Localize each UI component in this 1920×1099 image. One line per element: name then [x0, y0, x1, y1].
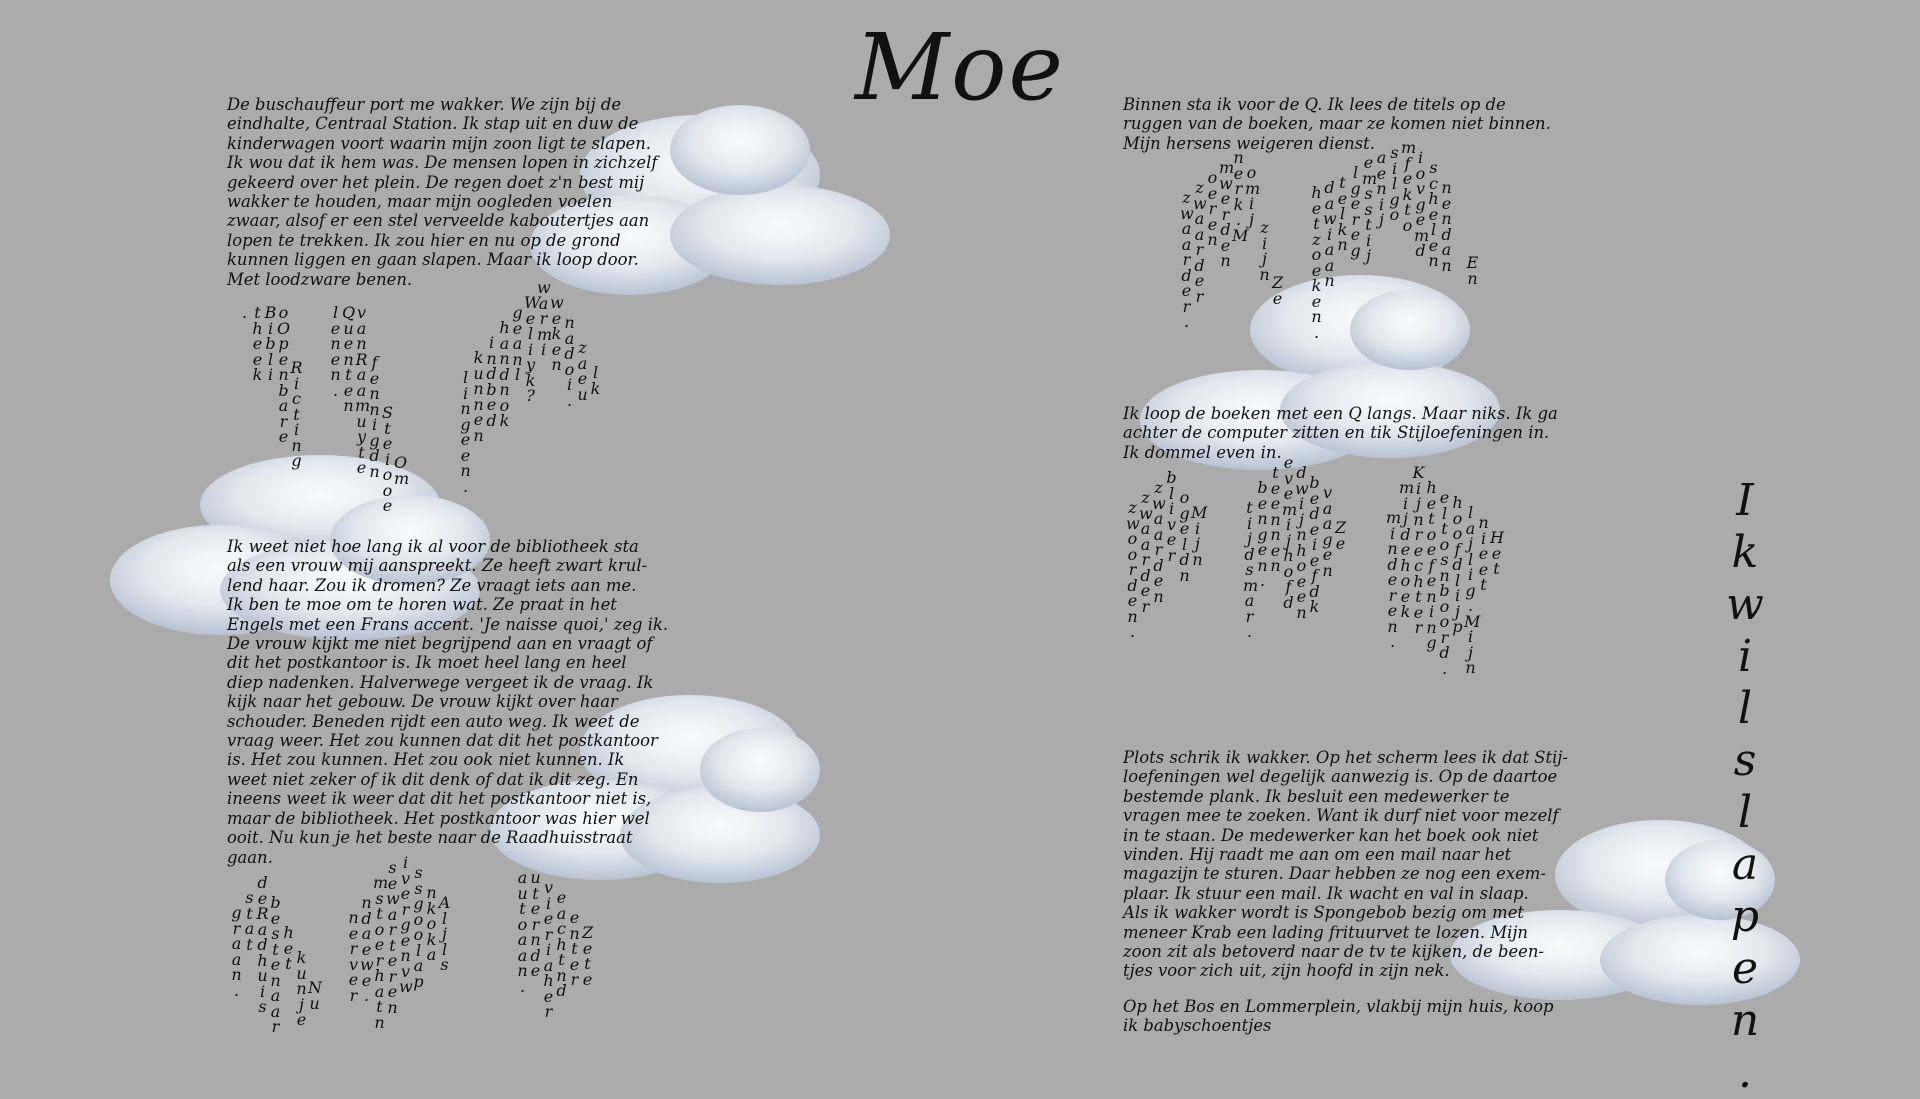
vertical-column: o m i j	[1245, 163, 1261, 229]
vertical-column: m f e k t o	[1401, 138, 1417, 235]
vertical-column: S t e i o o e	[382, 403, 393, 515]
vertical-column: Z e	[1271, 273, 1284, 308]
vertical-column: b e s t e n a a r	[270, 893, 281, 1036]
vertical-column: z w a a r d e n	[1152, 478, 1166, 606]
vertical-column: n a d o i .	[564, 313, 575, 410]
vertical-column: n i e e t	[1478, 513, 1489, 594]
vertical-column: t e l k n	[1337, 173, 1348, 254]
vertical-column: Z e t e	[581, 923, 594, 989]
vertical-column: w a r m i	[537, 278, 553, 359]
vertical-column: k u n j e	[296, 948, 307, 1029]
vertical-column: e l t o s n b o o r d .	[1439, 488, 1450, 678]
vertical-column: t h e e k	[252, 303, 263, 384]
vertical-column: t i j d s m a r .	[1243, 498, 1259, 641]
vertical-column: o O p e n b a r e	[277, 303, 291, 446]
vertical-column: Q u e n t e n	[342, 303, 356, 415]
vertical-column: n k o k a	[426, 883, 437, 964]
side-vertical-text: I k w i l s l a p e n .	[1726, 475, 1764, 1098]
vertical-column: v a n R a a m u y t e	[355, 303, 371, 477]
vertical-column: N u	[308, 978, 322, 1013]
vertical-column: z i j n	[1259, 218, 1270, 284]
vertical-column: i o v g e m d	[1414, 148, 1430, 260]
vertical-column: b l i v e r	[1166, 468, 1177, 565]
right-paragraph-4: Op het Bos en Lommerplein, vlakbij mijn …	[1123, 997, 1554, 1036]
vertical-column: l k	[590, 363, 601, 398]
vertical-column: g r a a n .	[231, 903, 242, 1000]
vertical-column: e v e m i j h o f d	[1282, 453, 1298, 612]
vertical-column: m i j d e h o e k	[1399, 478, 1415, 621]
vertical-column: O m	[394, 453, 410, 488]
vertical-column: o e r e n	[1207, 168, 1218, 249]
vertical-column: s e w a r t e r e n	[386, 858, 400, 1017]
vertical-column: t e e n n e n	[1270, 463, 1281, 575]
vertical-column: h e t z o e k e n .	[1311, 183, 1322, 342]
vertical-column: i v e r g e n v w	[399, 853, 413, 996]
vertical-column: v i e r i a h e r	[543, 878, 554, 1021]
vertical-column: e n t e r	[569, 908, 580, 989]
vertical-column: W e l i y k ?	[524, 293, 541, 405]
vertical-column: m w e r d e n	[1219, 158, 1235, 270]
vertical-column: A l j l s	[438, 893, 451, 974]
vertical-column: o g e l d n	[1179, 488, 1190, 585]
vertical-column: u t e r n d e	[530, 868, 541, 980]
vertical-column: m i n d e r e n .	[1386, 508, 1402, 651]
vertical-column: i n d b e d	[486, 333, 497, 430]
vertical-column: s s g o o l a p	[413, 863, 424, 991]
vertical-column: m s t o e r h a t n	[373, 873, 389, 1032]
vertical-column: s i l g o	[1389, 143, 1400, 224]
right-vertical-text-2: z w o o r d e n . z w a a r d e r z w a …	[1126, 455, 1504, 678]
vertical-column: z a e u	[577, 338, 588, 404]
right-vertical-text-1: z w a a r d e r . z w a a r d e r o e r …	[1180, 140, 1479, 342]
vertical-column: b e n g e n .	[1257, 478, 1268, 590]
vertical-column: e a c h t n d	[556, 888, 567, 1000]
vertical-column: v a a g e n	[1322, 483, 1333, 580]
vertical-column: n e r k . M	[1232, 148, 1249, 245]
vertical-column: s c h e l e n	[1428, 158, 1439, 270]
vertical-column: H e t	[1490, 528, 1504, 578]
vertical-column: .	[241, 303, 248, 322]
vertical-column: a u t o a a n .	[517, 868, 528, 996]
vertical-column: n e r v e r	[348, 908, 359, 1005]
left-vertical-text-1: . t h e e k B i b l i o O p e n b a r e …	[238, 280, 602, 515]
vertical-column: d e R a d h u i s	[256, 873, 269, 1016]
vertical-column: z w o o r d e n .	[1126, 498, 1140, 641]
vertical-column: R i c t i n g	[290, 358, 303, 470]
left-vertical-text-2: g r a a n . s t a t d e R a d h u i s b …	[230, 855, 594, 1036]
vertical-column: k u n n e n	[473, 348, 484, 445]
vertical-column: h e t o e f e n i n g	[1426, 478, 1437, 652]
vertical-column: l i n g e e n .	[460, 368, 471, 496]
vertical-column: Z e	[1334, 518, 1347, 553]
right-paragraph-2: Ik loop de boeken met een Q langs. Maar …	[1123, 404, 1558, 462]
left-paragraph-2: Ik weet niet hoe lang ik al voor de bibl…	[227, 537, 669, 867]
vertical-column: s t a t	[244, 888, 255, 954]
vertical-column: w e k e n	[550, 293, 564, 374]
vertical-column: h o o f d l i j p	[1452, 493, 1463, 636]
vertical-column: n d a e w e .	[360, 893, 374, 1005]
vertical-column: l e n e n .	[330, 303, 341, 400]
vertical-column: K i j n r e c h t e r	[1412, 463, 1425, 637]
vertical-column: b e d e i e f d k	[1309, 473, 1320, 616]
vertical-column: h a n d n o k	[499, 318, 510, 430]
vertical-column: d a w i a a n	[1323, 178, 1337, 290]
right-paragraph-1: Binnen sta ik voor de Q. Ik lees de tite…	[1123, 95, 1551, 153]
vertical-column: B i b l i	[264, 303, 277, 384]
vertical-column: f e n n i g d n	[369, 353, 380, 481]
vertical-column: n e n d a n	[1441, 178, 1452, 275]
vertical-column: h e t	[283, 923, 294, 973]
vertical-column: a e n i j	[1376, 148, 1387, 229]
vertical-column: z w a a r d e r	[1193, 178, 1207, 306]
right-paragraph-3: Plots schrik ik wakker. Op het scherm le…	[1123, 748, 1568, 981]
left-paragraph-1: De buschauffeur port me wakker. We zijn …	[227, 95, 658, 289]
vertical-column: e m s s t i j	[1362, 153, 1378, 265]
vertical-column: z w a a r d e r .	[1180, 188, 1194, 331]
vertical-column: z w a a r d e r	[1139, 488, 1153, 616]
vertical-column: l a j l i g . M i j n	[1464, 503, 1481, 677]
vertical-column: d w i j n h o e e n	[1295, 463, 1309, 622]
vertical-column: M i j n	[1191, 503, 1208, 569]
vertical-column: g e a n l	[512, 303, 523, 384]
vertical-column: l g e r e g	[1350, 163, 1361, 260]
vertical-column: E n	[1466, 253, 1479, 288]
